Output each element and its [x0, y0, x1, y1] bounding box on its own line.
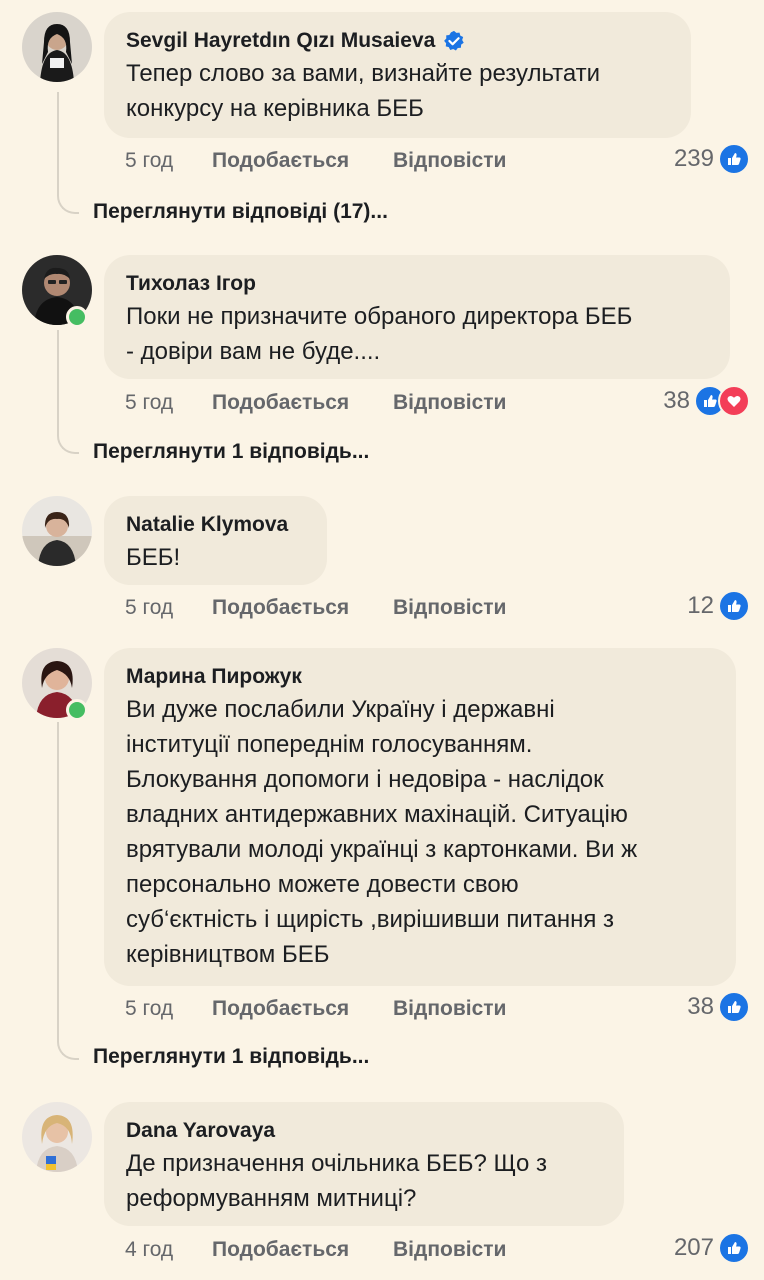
reaction-count: 38	[663, 387, 690, 414]
reply-button[interactable]: Відповісти	[393, 596, 506, 620]
comment-text: Ви дуже послабили Україну і державні інс…	[126, 696, 638, 968]
comment-text: Де призначення очільника БЕБ? Що з рефор…	[126, 1150, 548, 1212]
avatar[interactable]	[22, 1102, 92, 1172]
reaction-count: 38	[687, 993, 714, 1020]
author-name[interactable]: Марина Пирожук	[126, 662, 302, 692]
like-reaction-icon	[718, 991, 750, 1023]
author-name[interactable]: Sevgil Hayretdın Qızı Musaieva	[126, 26, 435, 56]
comment-time[interactable]: 4 год	[125, 1238, 212, 1262]
thread-line	[57, 722, 79, 1060]
online-status-indicator	[66, 306, 88, 328]
author-name[interactable]: Тихолаз Ігор	[126, 269, 256, 299]
like-button[interactable]: Подобається	[212, 391, 393, 415]
thread-line	[57, 330, 79, 454]
reply-button[interactable]: Відповісти	[393, 997, 506, 1021]
author-name[interactable]: Natalie Klymova	[126, 510, 288, 540]
verified-badge-icon	[444, 30, 464, 51]
comment-bubble[interactable]: Natalie Klymova БЕБ!	[104, 496, 327, 585]
like-reaction-icon	[718, 143, 750, 175]
comment-author[interactable]: Тихолаз Ігор	[126, 269, 708, 299]
comment-time[interactable]: 5 год	[125, 997, 212, 1021]
online-status-indicator	[66, 699, 88, 721]
reaction-summary[interactable]: 207	[674, 1232, 750, 1264]
author-name[interactable]: Dana Yarovaya	[126, 1116, 275, 1146]
reply-button[interactable]: Відповісти	[393, 149, 506, 173]
comment-actions: 5 год Подобається Відповісти	[125, 596, 506, 620]
comment-bubble[interactable]: Dana Yarovaya Де призначення очільника Б…	[104, 1102, 624, 1226]
comment-author[interactable]: Sevgil Hayretdın Qızı Musaieva	[126, 26, 669, 56]
reaction-summary[interactable]: 38	[663, 385, 750, 417]
like-button[interactable]: Подобається	[212, 997, 393, 1021]
comment-text: Тепер слово за вами, визнайте результати…	[126, 60, 601, 122]
reaction-count: 12	[687, 592, 714, 619]
comment-time[interactable]: 5 год	[125, 596, 212, 620]
comment-bubble[interactable]: Sevgil Hayretdın Qızı Musaieva Тепер сло…	[104, 12, 691, 138]
comment-text: Поки не призначите обраного директора БЕ…	[126, 303, 633, 365]
comment-actions: 4 год Подобається Відповісти	[125, 1238, 506, 1262]
reaction-summary[interactable]: 38	[687, 991, 750, 1023]
comment-bubble[interactable]: Тихолаз Ігор Поки не призначите обраного…	[104, 255, 730, 379]
like-button[interactable]: Подобається	[212, 149, 393, 173]
like-button[interactable]: Подобається	[212, 1238, 393, 1262]
like-button[interactable]: Подобається	[212, 596, 393, 620]
view-replies-link[interactable]: Переглянути відповіді (17)...	[93, 200, 388, 224]
love-reaction-icon	[718, 385, 750, 417]
comment-actions: 5 год Подобається Відповісти	[125, 997, 506, 1021]
like-reaction-icon	[718, 1232, 750, 1264]
avatar[interactable]	[22, 496, 92, 566]
comment-actions: 5 год Подобається Відповісти	[125, 391, 506, 415]
reaction-summary[interactable]: 12	[687, 590, 750, 622]
reaction-count: 239	[673, 145, 714, 172]
comment-time[interactable]: 5 год	[125, 391, 212, 415]
reply-button[interactable]: Відповісти	[393, 1238, 506, 1262]
thread-line	[57, 92, 79, 214]
view-replies-link[interactable]: Переглянути 1 відповідь...	[93, 440, 369, 464]
reaction-count: 207	[673, 1234, 714, 1261]
reply-button[interactable]: Відповісти	[393, 391, 506, 415]
comment-time[interactable]: 5 год	[125, 149, 212, 173]
comment-author[interactable]: Natalie Klymova	[126, 510, 305, 540]
like-reaction-icon	[718, 590, 750, 622]
comment-actions: 5 год Подобається Відповісти	[125, 149, 506, 173]
comment-bubble[interactable]: Марина Пирожук Ви дуже послабили Україну…	[104, 648, 736, 986]
comment-author[interactable]: Марина Пирожук	[126, 662, 714, 692]
view-replies-link[interactable]: Переглянути 1 відповідь...	[93, 1045, 369, 1069]
reaction-summary[interactable]: 239	[674, 143, 750, 175]
avatar[interactable]	[22, 12, 92, 82]
comment-text: БЕБ!	[126, 544, 181, 571]
comment-author[interactable]: Dana Yarovaya	[126, 1116, 602, 1146]
